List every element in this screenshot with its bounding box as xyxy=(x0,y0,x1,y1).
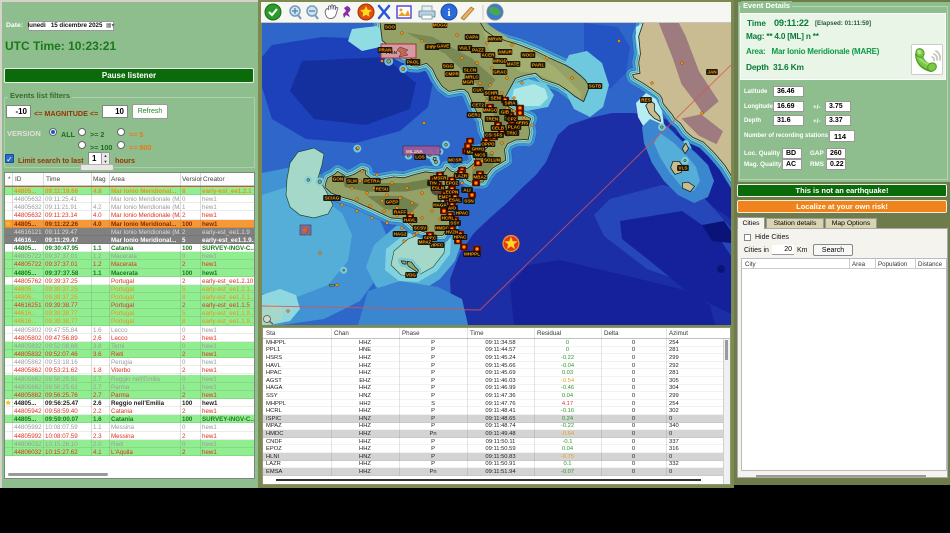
svg-text:RESU: RESU xyxy=(376,187,389,192)
svg-text:PAR1: PAR1 xyxy=(532,63,544,68)
svg-text:SFS: SFS xyxy=(494,133,503,138)
svg-text:PAOL: PAOL xyxy=(407,60,420,65)
svg-text:SSN: SSN xyxy=(464,199,474,204)
svg-text:CAPA: CAPA xyxy=(466,35,479,40)
svg-text:SSY: SSY xyxy=(450,221,459,226)
svg-text:GIB: GIB xyxy=(501,110,510,115)
svg-text:PLAC: PLAC xyxy=(508,125,521,130)
svg-text:SCIAG: SCIAG xyxy=(325,196,340,201)
svg-text:HAVL: HAVL xyxy=(404,218,416,223)
svg-text:TREN: TREN xyxy=(486,117,499,122)
svg-text:MATE: MATE xyxy=(507,62,520,67)
svg-text:HPAC: HPAC xyxy=(456,211,469,216)
svg-text:VDG: VDG xyxy=(406,273,416,278)
svg-text:i: i xyxy=(447,7,450,19)
svg-text:SCSV: SCSV xyxy=(414,226,427,231)
svg-text:GRAC: GRAC xyxy=(493,70,507,75)
svg-text:SLCN: SLCN xyxy=(464,68,477,73)
svg-text:MHPPL: MHPPL xyxy=(464,252,480,257)
svg-text:VLS: VLS xyxy=(679,166,688,171)
svg-text:MRVN: MRVN xyxy=(488,37,502,42)
svg-text:JAN: JAN xyxy=(707,70,717,75)
svg-text:ALI: ALI xyxy=(463,188,470,193)
svg-text:HPFC: HPFC xyxy=(431,243,444,248)
svg-text:CPZ: CPZ xyxy=(507,117,516,122)
svg-text:SIRA: SIRA xyxy=(505,101,517,106)
svg-text:MIL1NA: MIL1NA xyxy=(406,149,424,154)
svg-text:LOS: LOS xyxy=(415,155,424,160)
svg-text:SENI: SENI xyxy=(491,96,502,101)
svg-text:RES: RES xyxy=(641,98,650,103)
svg-text:GAVE: GAVE xyxy=(437,44,450,49)
svg-text:SOLUN: SOLUN xyxy=(484,158,501,163)
svg-text:NOCI: NOCI xyxy=(522,53,533,58)
svg-text:MBAZ: MBAZ xyxy=(473,175,486,180)
svg-text:SGG: SGG xyxy=(443,64,454,69)
svg-text:MPAZ: MPAZ xyxy=(419,240,432,245)
svg-text:GON: GON xyxy=(333,177,344,182)
svg-text:GER1: GER1 xyxy=(468,113,481,118)
svg-text:SOO: SOO xyxy=(385,25,396,30)
svg-text:CUC: CUC xyxy=(473,88,484,93)
svg-text:GHH1: GHH1 xyxy=(472,147,485,152)
svg-text:MRGD: MRGD xyxy=(493,59,508,64)
svg-text:HAG2: HAG2 xyxy=(394,232,407,237)
svg-text:CMPR: CMPR xyxy=(445,72,459,77)
svg-text:MMGO: MMGO xyxy=(483,108,498,113)
svg-text:SLM: SLM xyxy=(347,179,357,184)
svg-text:EPOZ: EPOZ xyxy=(446,181,459,186)
svg-text:GPEP: GPEP xyxy=(386,200,399,205)
svg-text:LAZR: LAZR xyxy=(455,174,468,179)
svg-text:MOGG: MOGG xyxy=(433,23,448,28)
svg-text:SGTB: SGTB xyxy=(589,84,602,89)
svg-text:PETRA: PETRA xyxy=(364,179,380,184)
svg-text:TRIC: TRIC xyxy=(507,131,518,136)
svg-text:HPAC: HPAC xyxy=(454,235,467,240)
svg-text:MGR: MGR xyxy=(463,80,474,85)
svg-text:PRAN: PRAN xyxy=(378,48,392,53)
svg-text:CELB: CELB xyxy=(492,126,505,131)
svg-text:ESLN: ESLN xyxy=(432,186,445,191)
svg-text:MCSR: MCSR xyxy=(448,158,462,163)
svg-text:RAFF: RAFF xyxy=(394,210,406,215)
svg-text:AMUR: AMUR xyxy=(498,50,512,55)
svg-text:TIN: TIN xyxy=(429,181,437,186)
svg-text:ACER: ACER xyxy=(481,53,495,58)
svg-text:ESAL: ESAL xyxy=(449,198,461,203)
svg-text:VULT: VULT xyxy=(459,46,471,51)
svg-text:HAGA: HAGA xyxy=(433,203,447,208)
